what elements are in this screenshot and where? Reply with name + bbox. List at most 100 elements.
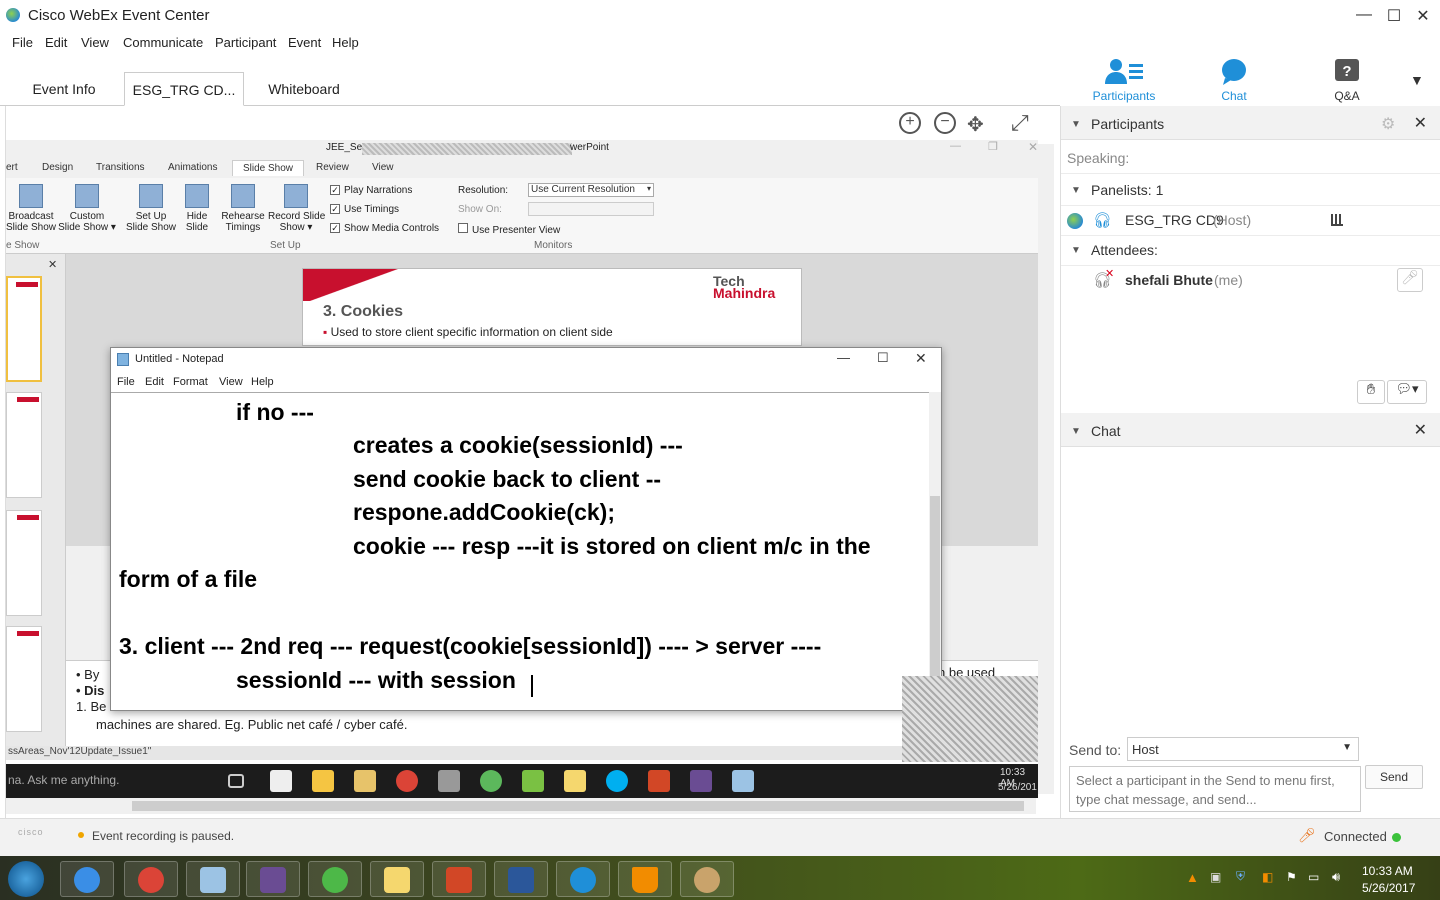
- taskbar-vlc[interactable]: [618, 861, 672, 897]
- menu-help[interactable]: Help: [332, 35, 359, 50]
- chat-input[interactable]: Select a participant in the Send to menu…: [1069, 766, 1361, 812]
- send-to-select[interactable]: Host ▼: [1127, 737, 1359, 761]
- ppt-status-bar: ssAreas_Nov'12Update_Issue1": [6, 746, 1038, 760]
- signal-bars-icon: [1331, 214, 1343, 226]
- minimize-button[interactable]: —: [1354, 6, 1374, 24]
- panel-toggle-bar: Participants Chat ? Q&A ▼: [1060, 54, 1440, 106]
- record-label: Record Slide Show ▾: [268, 211, 326, 233]
- scroll-thumb[interactable]: [132, 801, 1024, 811]
- tab-presentation[interactable]: ESG_TRG CD...: [124, 72, 244, 106]
- attendees-collapse-icon[interactable]: ▼: [1071, 245, 1081, 256]
- chat-panel-button[interactable]: Chat: [1208, 58, 1260, 103]
- notepad-window: Untitled - Notepad — ☐ ✕ File Edit Forma…: [110, 347, 942, 711]
- chat-collapse-icon[interactable]: ▼: [1071, 426, 1081, 437]
- mic-muted-icon[interactable]: 🎤︎: [1298, 827, 1316, 844]
- participants-panel-button[interactable]: Participants: [1088, 58, 1160, 103]
- setup-slideshow-button: Set Up Slide Show: [124, 184, 178, 233]
- taskbar-explorer[interactable]: [370, 861, 424, 897]
- taskbar-eclipse[interactable]: [246, 861, 300, 897]
- taskbar-powerpoint[interactable]: [432, 861, 486, 897]
- participant-host-row[interactable]: 🎧︎ ESG_TRG CD9 (Host): [1061, 206, 1440, 236]
- headset-icon: 🎧︎: [1093, 212, 1113, 229]
- taskbar-word[interactable]: [494, 861, 548, 897]
- taskbar-webex-green[interactable]: [308, 861, 362, 897]
- qa-label: Q&A: [1334, 89, 1360, 103]
- tool-icon: [438, 770, 460, 792]
- panelists-row[interactable]: ▼ Panelists: 1: [1061, 176, 1440, 206]
- participants-panel-title: Participants: [1091, 116, 1165, 132]
- tab-event-info[interactable]: Event Info: [12, 72, 116, 106]
- send-button[interactable]: Send: [1365, 765, 1423, 789]
- ppt-title-right: werPoint: [570, 142, 609, 153]
- paint-icon: [694, 867, 720, 893]
- menu-view[interactable]: View: [81, 35, 109, 50]
- attendees-row[interactable]: ▼ Attendees:: [1061, 236, 1440, 266]
- collapse-triangle-icon[interactable]: ▼: [1071, 119, 1081, 130]
- pan-move-icon[interactable]: ✥: [967, 112, 984, 137]
- menu-communicate[interactable]: Communicate: [123, 35, 203, 50]
- start-button-icon[interactable]: [8, 861, 44, 897]
- panel-options-chevron-icon[interactable]: ▼: [1410, 72, 1424, 88]
- chat-close-icon[interactable]: ✕: [1414, 420, 1427, 440]
- panelists-label: Panelists: 1: [1091, 182, 1164, 198]
- connection-status-text: Connected: [1324, 829, 1387, 844]
- use-timings-label: Use Timings: [344, 204, 400, 215]
- tray-network-icon[interactable]: ▣: [1210, 870, 1221, 884]
- fullscreen-icon[interactable]: ⤢: [1011, 110, 1029, 136]
- panelists-collapse-icon[interactable]: ▼: [1071, 185, 1081, 196]
- taskbar-chrome[interactable]: [124, 861, 178, 897]
- raise-hand-button[interactable]: ✋︎: [1357, 380, 1385, 404]
- participants-close-icon[interactable]: ✕: [1414, 113, 1427, 133]
- ppt-ribbon-tabs: ert Design Transitions Animations Slide …: [6, 160, 1038, 178]
- slide-thumbnail-pane: ✕: [6, 254, 66, 746]
- chat-panel-header: ▼ Chat ✕: [1061, 413, 1440, 447]
- menu-participant[interactable]: Participant: [215, 35, 276, 50]
- notepad-title: Untitled - Notepad: [135, 353, 224, 365]
- feedback-button[interactable]: 💬︎▾: [1387, 380, 1427, 404]
- tray-volume-icon[interactable]: 🔊︎: [1332, 869, 1340, 885]
- powerpoint-icon: [648, 770, 670, 792]
- tray-shield-icon[interactable]: ⛨: [1236, 869, 1245, 884]
- tab-whiteboard[interactable]: Whiteboard: [250, 72, 358, 106]
- hide-label: Hide Slide: [185, 211, 209, 233]
- custom-label: Custom Slide Show ▾: [58, 211, 116, 233]
- taskbar-notepad[interactable]: [186, 861, 240, 897]
- menu-file[interactable]: File: [12, 35, 33, 50]
- resolution-select: Use Current Resolution ▾: [528, 183, 654, 197]
- ppt-restore-icon: ❐: [988, 141, 998, 153]
- outlook-icon: [354, 770, 376, 792]
- notepad-menu-format: Format: [173, 376, 208, 388]
- redacted-title-block: [362, 143, 572, 155]
- os-clock-date: 5/26/2017: [1362, 881, 1416, 895]
- taskbar-paint[interactable]: [680, 861, 734, 897]
- rehearse-timings-button: Rehearse Timings: [220, 184, 266, 233]
- microphone-button[interactable]: 🎤︎: [1397, 268, 1423, 292]
- close-button[interactable]: ✕: [1413, 6, 1433, 26]
- redacted-region: [902, 676, 1038, 762]
- settings-gear-icon[interactable]: ⚙: [1381, 114, 1395, 134]
- send-to-label: Send to:: [1069, 742, 1122, 758]
- qa-panel-button[interactable]: ? Q&A: [1322, 58, 1372, 103]
- taskbar-webex[interactable]: [556, 861, 610, 897]
- menu-event[interactable]: Event: [288, 35, 321, 50]
- eclipse-icon: [260, 867, 286, 893]
- webex-green-icon: [322, 867, 348, 893]
- tray-app-icon[interactable]: ◧: [1262, 870, 1273, 884]
- tray-display-icon[interactable]: ▭: [1308, 870, 1319, 884]
- viewer-vertical-scrollbar[interactable]: [1038, 144, 1054, 794]
- tray-flag-icon[interactable]: ⚑: [1286, 870, 1297, 884]
- zoom-out-icon[interactable]: −: [934, 112, 956, 134]
- notepad-scroll-thumb: [930, 496, 940, 676]
- send-to-value: Host: [1132, 742, 1159, 757]
- zoom-in-icon[interactable]: +: [899, 112, 921, 134]
- menu-edit[interactable]: Edit: [45, 35, 67, 50]
- chat-label: Chat: [1221, 89, 1247, 103]
- custom-slideshow-button: Custom Slide Show ▾: [58, 184, 116, 233]
- participant-me-row[interactable]: 🎧︎ ✕ shefali Bhute (me) 🎤︎: [1061, 266, 1440, 296]
- maximize-button[interactable]: ☐: [1384, 6, 1404, 26]
- taskbar-ie[interactable]: [60, 861, 114, 897]
- viewer-horizontal-scrollbar[interactable]: [6, 798, 1036, 814]
- record-icon: [284, 184, 308, 208]
- menu-bar: File Edit View Communicate Participant E…: [0, 32, 1060, 54]
- tray-vlc-icon[interactable]: ▲: [1186, 870, 1199, 885]
